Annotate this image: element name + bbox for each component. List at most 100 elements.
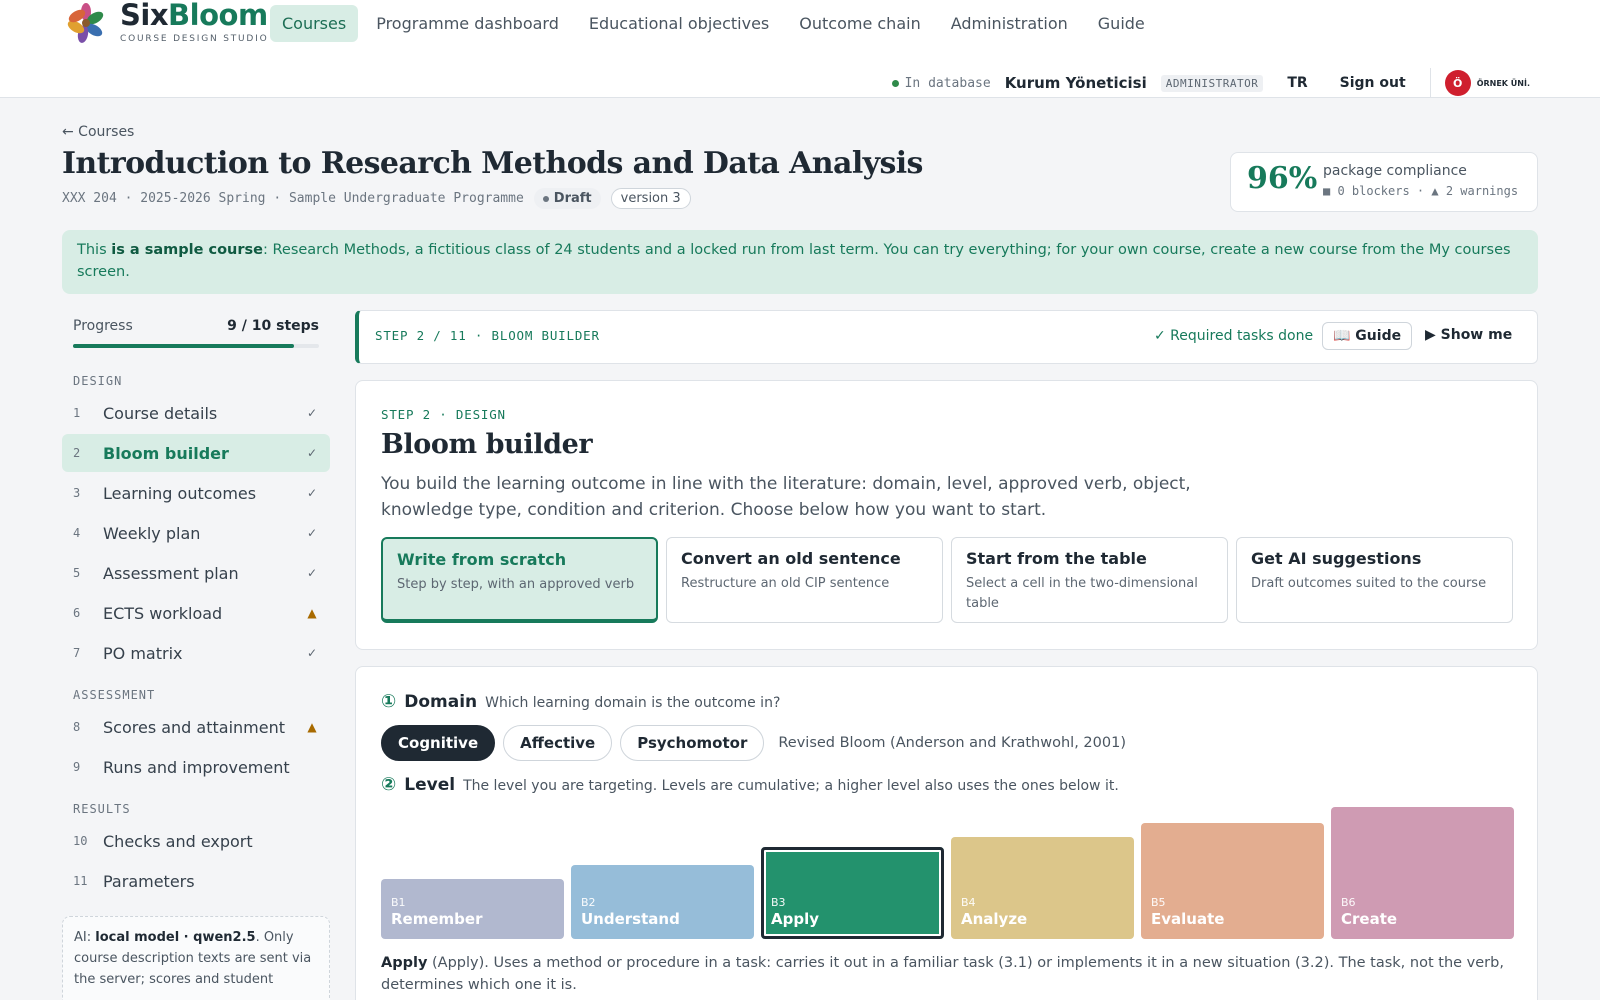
- notice-prefix: This: [77, 242, 112, 258]
- sidebar-item-weekly-plan[interactable]: 4 Weekly plan ✓: [62, 514, 330, 552]
- check-icon: ✓: [306, 446, 318, 460]
- nav-item-programme-dashboard[interactable]: Programme dashboard: [364, 5, 571, 42]
- check-icon: ✓: [306, 646, 318, 660]
- sidebar-item-runs-and-improvement[interactable]: 9 Runs and improvement: [62, 748, 330, 786]
- nav-item-outcome-chain[interactable]: Outcome chain: [787, 5, 932, 42]
- step-number: 3: [73, 486, 81, 500]
- step-code: STEP 2 / 11 · BLOOM BUILDER: [375, 328, 600, 343]
- option-convert-an-old-sentence[interactable]: Convert an old sentence Restructure an ol…: [666, 537, 943, 623]
- level-understand[interactable]: B2 Understand: [571, 865, 754, 939]
- option-start-from-the-table[interactable]: Start from the table Select a cell in the…: [951, 537, 1228, 623]
- option-get-ai-suggestions[interactable]: Get AI suggestions Draft outcomes suited …: [1236, 537, 1513, 623]
- divider: [1429, 68, 1431, 98]
- sidebar-item-bloom-builder[interactable]: 2 Bloom builder ✓: [62, 434, 330, 472]
- sidebar-section-label: DESIGN: [73, 374, 123, 388]
- nav-item-administration[interactable]: Administration: [939, 5, 1080, 42]
- guide-button[interactable]: 📖 Guide: [1322, 322, 1413, 350]
- domain-affective[interactable]: Affective: [503, 725, 613, 761]
- domain-step-number: ①: [381, 691, 397, 712]
- bloom-level-staircase: B1 Remember B2 Understand B3 Apply B4 Analyze B5…: [381, 807, 1514, 939]
- step-bar: STEP 2 / 11 · BLOOM BUILDER ✓ Required t…: [355, 310, 1538, 364]
- version-badge: version 3: [610, 188, 691, 209]
- progress-label: Progress: [73, 318, 133, 334]
- step-number: 9: [73, 760, 81, 774]
- step-number: 5: [73, 566, 81, 580]
- section-title: Bloom builder: [381, 429, 593, 460]
- warning-icon: ▲: [307, 720, 317, 734]
- sixbloom-logo-icon: [67, 3, 104, 43]
- level-analyze[interactable]: B4 Analyze: [951, 837, 1134, 939]
- level-apply[interactable]: B3 Apply: [761, 847, 944, 939]
- level-name: Analyze: [961, 910, 1028, 928]
- sample-course-notice: This is a sample course: Research Method…: [62, 230, 1538, 294]
- option-description: Restructure an old CIP sentence: [681, 576, 890, 591]
- sidebar-item-learning-outcomes[interactable]: 3 Learning outcomes ✓: [62, 474, 330, 512]
- compliance-card[interactable]: 96% package compliance ■ 0 blockers · ▲ …: [1230, 152, 1538, 212]
- university-logo: Ö ÖRNEK ÜNİ.: [1444, 70, 1530, 96]
- level-name: Remember: [391, 910, 483, 928]
- domain-psychomotor[interactable]: Psychomotor: [620, 725, 765, 761]
- sidebar-item-label: ECTS workload: [103, 603, 223, 623]
- course-meta: XXX 204 · 2025-2026 Spring · Sample Unde…: [62, 188, 691, 209]
- level-evaluate[interactable]: B5 Evaluate: [1141, 823, 1324, 939]
- language-switch[interactable]: TR: [1287, 75, 1307, 91]
- level-step-number: ②: [381, 774, 397, 795]
- show-me-button[interactable]: ▶ Show me: [1425, 327, 1512, 343]
- nav-item-courses[interactable]: Courses: [270, 5, 359, 42]
- back-to-courses-link[interactable]: ← Courses: [62, 124, 134, 140]
- university-name: ÖRNEK ÜNİ.: [1476, 78, 1530, 88]
- db-state: In database: [891, 76, 991, 91]
- nav-item-guide[interactable]: Guide: [1086, 5, 1157, 42]
- domain-reference: Revised Bloom (Anderson and Krathwohl, 2…: [778, 735, 1126, 751]
- progress-row: Progress 9 / 10 steps: [62, 310, 330, 334]
- sidebar-item-label: Bloom builder: [103, 443, 229, 463]
- progress-bar-fill: [73, 344, 295, 348]
- option-description: Select a cell in the two-dimensional tab…: [966, 576, 1198, 611]
- check-icon: ✓: [306, 566, 318, 580]
- bloom-builder-card: STEP 2 · DESIGN Bloom builder You build …: [355, 380, 1538, 650]
- option-write-from-scratch[interactable]: Write from scratch Step by step, with an …: [381, 537, 658, 623]
- level-code: B2: [581, 896, 596, 909]
- level-create[interactable]: B6 Create: [1331, 807, 1514, 939]
- ai-prefix: AI:: [74, 930, 96, 945]
- step-eyebrow: STEP 2 · DESIGN: [381, 407, 506, 422]
- level-code: B1: [391, 896, 406, 909]
- top-bar: SixBloom COURSE DESIGN STUDIO Courses Pro…: [0, 0, 1600, 98]
- role-badge: ADMINISTRATOR: [1160, 74, 1264, 92]
- level-title: Level: [404, 775, 456, 795]
- step-number: 8: [73, 720, 81, 734]
- sidebar-item-label: PO matrix: [103, 643, 183, 663]
- nav-item-educational-objectives[interactable]: Educational objectives: [577, 5, 781, 42]
- selected-level-text: (Apply). Uses a method or procedure in a…: [381, 955, 1504, 993]
- sidebar-item-course-details[interactable]: 1 Course details ✓: [62, 394, 330, 432]
- brand-name[interactable]: SixBloom: [120, 0, 268, 32]
- sidebar-item-checks-and-export[interactable]: 10 Checks and export: [62, 822, 330, 860]
- sidebar-item-label: Runs and improvement: [103, 757, 290, 777]
- brand-name-part1: Six: [120, 0, 169, 32]
- option-description: Step by step, with an approved verb: [397, 577, 635, 592]
- sidebar-section-label: RESULTS: [73, 802, 131, 816]
- sidebar-item-label: Parameters: [103, 871, 195, 891]
- level-remember[interactable]: B1 Remember: [381, 879, 564, 939]
- step-number: 7: [73, 646, 81, 660]
- course-meta-text: XXX 204 · 2025-2026 Spring · Sample Unde…: [62, 191, 524, 206]
- required-tasks-status: ✓ Required tasks done: [1154, 328, 1314, 344]
- page-title: Introduction to Research Methods and Dat…: [62, 146, 923, 181]
- domain-question: ① Domain Which learning domain is the ou…: [381, 691, 780, 712]
- level-code: B4: [961, 896, 976, 909]
- sidebar-item-po-matrix[interactable]: 7 PO matrix ✓: [62, 634, 330, 672]
- compliance-label: package compliance: [1323, 163, 1467, 179]
- sign-out-button[interactable]: Sign out: [1340, 75, 1406, 91]
- warning-icon: ▲: [307, 606, 317, 620]
- sidebar-item-parameters[interactable]: 11 Parameters: [62, 862, 330, 900]
- domain-cognitive[interactable]: Cognitive: [381, 725, 496, 761]
- level-name: Create: [1341, 910, 1398, 928]
- level-question: ② Level The level you are targeting. Lev…: [381, 774, 1119, 795]
- sidebar-item-assessment-plan[interactable]: 5 Assessment plan ✓: [62, 554, 330, 592]
- user-name[interactable]: Kurum Yöneticisi: [1005, 74, 1147, 92]
- sidebar-item-scores-and-attainment[interactable]: 8 Scores and attainment ▲: [62, 708, 330, 746]
- level-name: Evaluate: [1151, 910, 1225, 928]
- domain-title: Domain: [404, 692, 478, 712]
- section-description: You build the learning outcome in line w…: [381, 474, 1191, 520]
- sidebar-item-ects-workload[interactable]: 6 ECTS workload ▲: [62, 594, 330, 632]
